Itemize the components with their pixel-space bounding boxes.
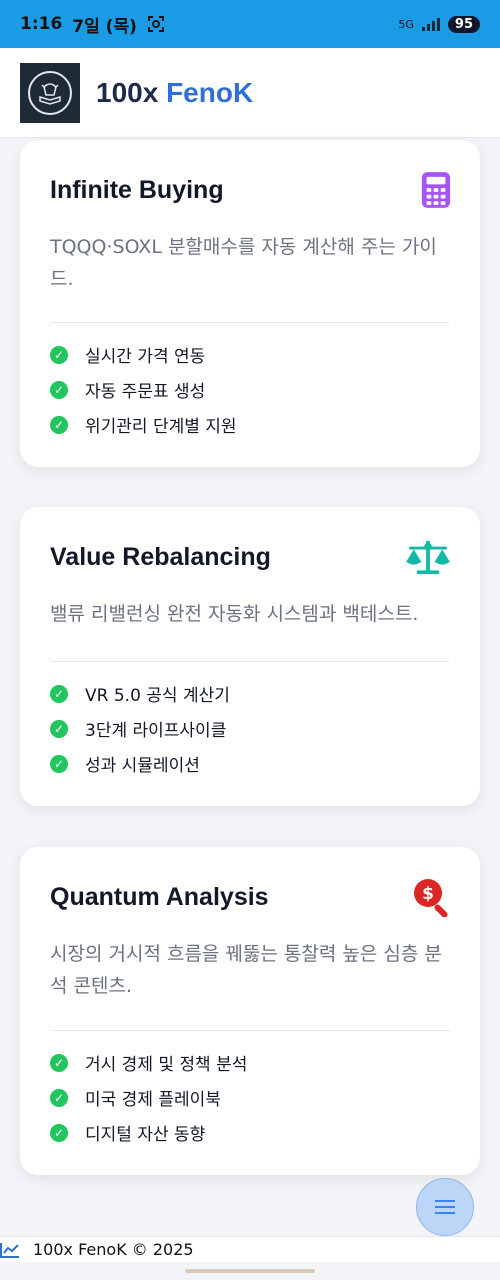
- battery-indicator: 95: [447, 15, 480, 33]
- card-title: Infinite Buying: [50, 176, 224, 204]
- check-circle-icon: ✓: [50, 415, 68, 434]
- screenshot-icon: [147, 16, 164, 32]
- divider: [50, 322, 450, 323]
- calculator-icon: [421, 172, 451, 208]
- search-dollar-icon: $: [414, 879, 448, 917]
- card-quantum-analysis[interactable]: Quantum Analysis $ 시장의 거시적 흐름을 꿰뚫는 통찰력 높…: [20, 847, 480, 1175]
- check-circle-icon: ✓: [50, 754, 68, 773]
- balance-scale-icon: [406, 540, 450, 575]
- check-circle-icon: ✓: [50, 1123, 68, 1142]
- list-item: ✓ 3단계 라이프사이클: [50, 711, 230, 746]
- divider: [50, 1030, 450, 1031]
- check-circle-icon: ✓: [50, 1088, 68, 1107]
- check-circle-icon: ✓: [50, 380, 68, 399]
- network-label: 5G: [398, 17, 414, 31]
- list-item: ✓ 거시 경제 및 정책 분석: [50, 1045, 247, 1080]
- card-description: 밸류 리밸런싱 완전 자동화 시스템과 백테스트.: [50, 603, 419, 625]
- menu-icon: [435, 1200, 455, 1214]
- status-time: 1:16: [20, 14, 63, 34]
- card-infinite-buying[interactable]: Infinite Buying TQQQ·SOXL 분할매수를 자동 계산해 주…: [20, 140, 480, 467]
- feature-list: ✓ 거시 경제 및 정책 분석 ✓ 미국 경제 플레이북 ✓ 디지털 자산 동향: [50, 1045, 247, 1150]
- list-item: ✓ 위기관리 단계별 지원: [50, 407, 237, 442]
- system-nav-bar: [0, 1262, 500, 1280]
- list-item: ✓ 실시간 가격 연동: [50, 337, 237, 372]
- feature-list: ✓ 실시간 가격 연동 ✓ 자동 주문표 생성 ✓ 위기관리 단계별 지원: [50, 337, 237, 442]
- footer-text: 100x FenoK © 2025: [33, 1240, 194, 1259]
- status-bar: 1:16 7일 (목) 5G 95: [0, 0, 500, 48]
- list-item: ✓ 성과 시뮬레이션: [50, 746, 230, 781]
- brand-title: 100x FenoK: [96, 77, 253, 109]
- card-description: TQQQ·SOXL 분할매수를 자동 계산해 주는 가이드.: [50, 236, 437, 290]
- status-date: 7일 (목): [72, 16, 137, 37]
- list-item: ✓ 미국 경제 플레이북: [50, 1080, 247, 1115]
- logo[interactable]: [20, 62, 80, 123]
- brand-prefix: 100x: [96, 76, 167, 108]
- book-bull-icon: [28, 70, 72, 115]
- card-value-rebalancing[interactable]: Value Rebalancing 밸류 리밸런싱 완전 자동화 시스템과 백테…: [20, 507, 480, 806]
- list-item: ✓ VR 5.0 공식 계산기: [50, 676, 230, 711]
- chart-line-icon: [0, 1242, 19, 1258]
- footer: 100x FenoK © 2025: [0, 1236, 500, 1262]
- list-item: ✓ 디지털 자산 동향: [50, 1115, 247, 1150]
- home-indicator[interactable]: [185, 1269, 315, 1273]
- app-header: 100x FenoK: [0, 48, 500, 138]
- card-description: 시장의 거시적 흐름을 꿰뚫는 통찰력 높은 심층 분석 콘텐츠.: [50, 943, 442, 997]
- card-title: Quantum Analysis: [50, 883, 269, 911]
- divider: [50, 661, 450, 662]
- list-item: ✓ 자동 주문표 생성: [50, 372, 237, 407]
- check-circle-icon: ✓: [50, 345, 68, 364]
- signal-icon: [421, 17, 440, 31]
- check-circle-icon: ✓: [50, 719, 68, 738]
- card-title: Value Rebalancing: [50, 543, 271, 571]
- check-circle-icon: ✓: [50, 1053, 68, 1072]
- feature-list: ✓ VR 5.0 공식 계산기 ✓ 3단계 라이프사이클 ✓ 성과 시뮬레이션: [50, 676, 230, 781]
- check-circle-icon: ✓: [50, 684, 68, 703]
- menu-button[interactable]: [416, 1178, 474, 1236]
- brand-accent: FenoK: [166, 76, 254, 108]
- svg-text:$: $: [422, 884, 434, 904]
